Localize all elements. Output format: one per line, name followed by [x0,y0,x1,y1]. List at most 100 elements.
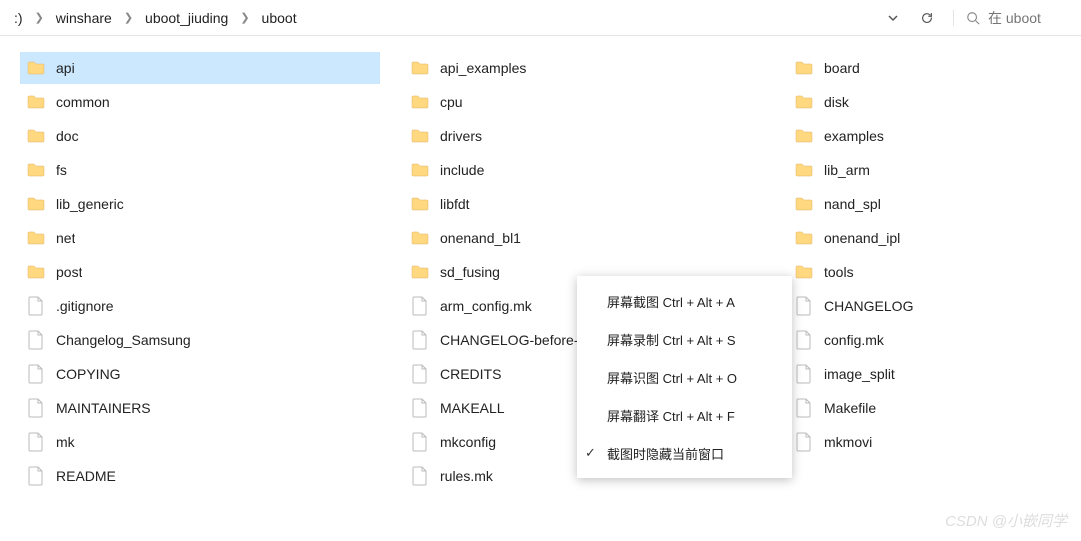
item-label: net [56,230,75,246]
refresh-icon [920,11,934,25]
item-label: sd_fusing [440,264,500,280]
item-label: image_split [824,366,895,382]
chevron-down-icon [887,12,899,24]
folder-icon [794,262,814,282]
folder-item[interactable]: drivers [404,120,764,152]
folder-item[interactable]: api_examples [404,52,764,84]
search-input[interactable] [988,10,1058,26]
context-menu-label: 屏幕翻译 Ctrl + Alt + F [607,406,735,425]
file-item[interactable]: Changelog_Samsung [20,324,380,356]
search-icon [966,11,980,25]
item-label: .gitignore [56,298,114,314]
file-item[interactable]: CHANGELOG [788,290,1081,322]
context-menu-item[interactable]: 屏幕识图 Ctrl + Alt + O [577,358,792,396]
folder-icon [26,58,46,78]
folder-item[interactable]: net [20,222,380,254]
folder-icon [794,92,814,112]
context-menu-label: 屏幕识图 Ctrl + Alt + O [607,368,737,387]
breadcrumb-part[interactable]: uboot_jiuding [139,6,234,30]
breadcrumb-root[interactable]: :) [8,6,29,30]
item-label: COPYING [56,366,121,382]
folder-item[interactable]: common [20,86,380,118]
item-label: mkmovi [824,434,872,450]
folder-item[interactable]: nand_spl [788,188,1081,220]
file-icon [794,364,814,384]
file-icon [410,330,430,350]
item-label: MAKEALL [440,400,505,416]
file-item[interactable]: mk [20,426,380,458]
item-label: CHANGELOG [824,298,913,314]
file-icon [410,364,430,384]
folder-icon [26,92,46,112]
file-icon [794,330,814,350]
folder-item[interactable]: board [788,52,1081,84]
item-label: board [824,60,860,76]
file-item[interactable]: .gitignore [20,290,380,322]
context-menu-item[interactable]: 屏幕截图 Ctrl + Alt + A [577,282,792,320]
folder-item[interactable]: onenand_bl1 [404,222,764,254]
folder-item[interactable]: doc [20,120,380,152]
folder-icon [794,228,814,248]
item-label: drivers [440,128,482,144]
check-icon: ✓ [585,445,596,461]
item-label: lib_generic [56,196,124,212]
context-menu-item[interactable]: ✓截图时隐藏当前窗口 [577,434,792,472]
file-item[interactable]: Makefile [788,392,1081,424]
folder-icon [26,126,46,146]
file-item[interactable]: COPYING [20,358,380,390]
folder-item[interactable]: post [20,256,380,288]
folder-item[interactable]: onenand_ipl [788,222,1081,254]
item-label: README [56,468,116,484]
file-icon [26,296,46,316]
item-label: api_examples [440,60,526,76]
folder-icon [794,126,814,146]
item-label: arm_config.mk [440,298,532,314]
file-item[interactable]: config.mk [788,324,1081,356]
item-label: include [440,162,484,178]
file-item[interactable]: README [20,460,380,492]
folder-item[interactable]: disk [788,86,1081,118]
file-icon [794,432,814,452]
file-icon [410,466,430,486]
folder-icon [410,194,430,214]
folder-item[interactable]: fs [20,154,380,186]
folder-item[interactable]: lib_generic [20,188,380,220]
file-icon [26,466,46,486]
search-box[interactable] [953,10,1073,26]
toolbar-actions [879,4,1073,32]
file-grid: apicommondocfs lib_genericnet post .gitigno… [20,52,1061,492]
file-icon [794,398,814,418]
file-icon [26,398,46,418]
folder-item[interactable]: lib_arm [788,154,1081,186]
item-label: examples [824,128,884,144]
context-menu-item[interactable]: 屏幕翻译 Ctrl + Alt + F [577,396,792,434]
context-menu-label: 屏幕截图 Ctrl + Alt + A [607,292,735,311]
folder-icon [794,194,814,214]
file-item[interactable]: mkmovi [788,426,1081,458]
folder-icon [794,160,814,180]
item-label: rules.mk [440,468,493,484]
context-menu-item[interactable]: 屏幕录制 Ctrl + Alt + S [577,320,792,358]
folder-item[interactable]: cpu [404,86,764,118]
refresh-button[interactable] [913,4,941,32]
item-label: mkconfig [440,434,496,450]
item-label: post [56,264,82,280]
context-menu[interactable]: 屏幕截图 Ctrl + Alt + A 屏幕录制 Ctrl + Alt + S 屏幕… [577,276,792,478]
folder-item[interactable]: examples [788,120,1081,152]
file-pane: apicommondocfs lib_genericnet post .gitigno… [0,36,1081,541]
file-icon [26,364,46,384]
folder-item[interactable]: libfdt [404,188,764,220]
breadcrumb[interactable]: :) ❯ winshare ❯ uboot_jiuding ❯ uboot [8,0,879,35]
folder-item[interactable]: include [404,154,764,186]
item-label: config.mk [824,332,884,348]
item-label: nand_spl [824,196,881,212]
folder-icon [794,58,814,78]
file-icon [410,432,430,452]
breadcrumb-part[interactable]: uboot [256,6,303,30]
folder-item[interactable]: api [20,52,380,84]
file-item[interactable]: image_split [788,358,1081,390]
breadcrumb-part[interactable]: winshare [50,6,118,30]
file-item[interactable]: MAINTAINERS [20,392,380,424]
dropdown-button[interactable] [879,4,907,32]
folder-item[interactable]: tools [788,256,1081,288]
